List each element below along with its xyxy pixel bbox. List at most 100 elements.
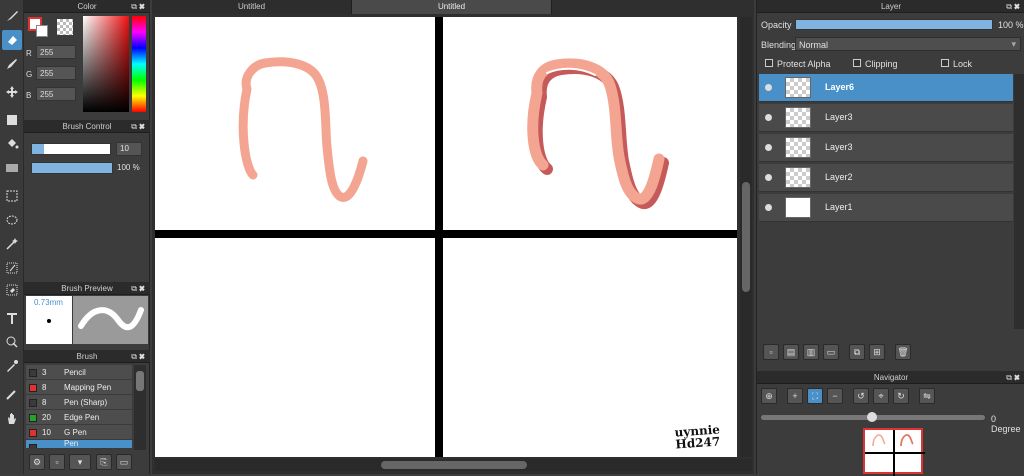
move-tool-icon[interactable] [2, 82, 22, 102]
eyedropper-tool-icon[interactable] [2, 356, 22, 376]
layer-row[interactable]: Layer3 [759, 104, 1013, 132]
dropper-tool-icon[interactable] [2, 384, 22, 404]
layer-thumbnail [785, 107, 811, 128]
bucket-tool-icon[interactable] [2, 134, 22, 154]
rotate-left-icon[interactable]: ↺ [853, 388, 869, 404]
zoom-in-small-icon[interactable]: + [787, 388, 803, 404]
fill-rect-tool-icon[interactable] [2, 110, 22, 130]
new-brush-icon[interactable]: ▫ [49, 454, 65, 470]
panel-controls-icon[interactable]: ⧉✖ [1006, 371, 1022, 384]
layer-name: Layer6 [825, 82, 855, 92]
doc-tab[interactable]: Untitled [152, 0, 352, 14]
new-layer-icon[interactable]: ▫ [763, 344, 779, 360]
brush-size-value[interactable]: 10 [116, 142, 142, 156]
zoom-out-icon[interactable]: − [827, 388, 843, 404]
background-color-swatch[interactable] [36, 25, 48, 37]
canvas-vertical-scrollbar[interactable] [740, 17, 752, 457]
rotation-slider[interactable] [761, 412, 985, 422]
rotation-slider-thumb[interactable] [867, 412, 877, 422]
layer-panel-header: Layer ⧉✖ [757, 0, 1024, 13]
chevron-down-icon: ▾ [1011, 39, 1016, 49]
layer-row-selected[interactable]: Layer6 [759, 74, 1013, 102]
hand-point-tool-icon[interactable] [2, 332, 22, 352]
visibility-dot-icon[interactable] [765, 114, 772, 121]
doc-tab-active[interactable]: Untitled [352, 0, 552, 14]
lock-checkbox[interactable] [941, 59, 949, 67]
rotate-right-icon[interactable]: ↻ [893, 388, 909, 404]
duplicate-layer-icon[interactable]: ⧉ [849, 344, 865, 360]
zoom-in-icon[interactable]: ⊕ [761, 388, 777, 404]
eraser-tool-icon[interactable] [2, 30, 22, 50]
delete-layer-icon[interactable]: 🗑 [895, 344, 911, 360]
new-layer-1bit-icon[interactable]: ▥ [803, 344, 819, 360]
brush-item-selected[interactable]: Pen [26, 440, 132, 449]
panel-controls-icon[interactable]: ⧉✖ [1006, 0, 1022, 13]
saturation-value-picker[interactable] [83, 16, 129, 112]
brush-item[interactable]: 3 Pencil [26, 365, 132, 380]
panel-controls-icon[interactable]: ⧉✖ [131, 282, 147, 295]
brush-item[interactable]: 8 Mapping Pen [26, 380, 132, 395]
brush-list-scrollbar[interactable] [134, 365, 146, 450]
fit-window-icon[interactable]: ⛶ [807, 388, 823, 404]
merge-layer-icon[interactable]: ⊞ [869, 344, 885, 360]
protect-alpha-checkbox[interactable] [765, 59, 773, 67]
brush-size-slider[interactable] [31, 143, 111, 155]
layer-name: Layer1 [825, 202, 853, 212]
reset-view-icon[interactable]: ⌖ [873, 388, 889, 404]
lasso-tool-icon[interactable] [2, 210, 22, 230]
brush-dot [47, 319, 51, 323]
select-eraser-tool-icon[interactable] [2, 280, 22, 300]
text-tool-icon[interactable] [2, 308, 22, 328]
canvas-horizontal-scrollbar[interactable] [155, 459, 752, 471]
brush-item[interactable]: 8 Pen (Sharp) [26, 395, 132, 410]
brush-list-scroll-thumb[interactable] [136, 371, 144, 391]
r-value-field[interactable]: 255 [36, 45, 76, 59]
brush-name: Pen [64, 440, 79, 448]
brush-settings-icon[interactable]: ⚙ [29, 454, 45, 470]
magic-wand-tool-icon[interactable] [2, 234, 22, 254]
g-value-field[interactable]: 255 [36, 66, 76, 80]
brush-item[interactable]: 10 G Pen [26, 425, 132, 440]
layer-row[interactable]: Layer3 [759, 134, 1013, 162]
layer-opacity-slider[interactable] [795, 19, 993, 30]
vertical-scroll-thumb[interactable] [742, 182, 750, 292]
new-layer-halftone-icon[interactable]: ▤ [783, 344, 799, 360]
layer-name: Layer3 [825, 112, 853, 122]
flip-horizontal-icon[interactable]: ⇋ [919, 388, 935, 404]
new-folder-icon[interactable]: ▭ [823, 344, 839, 360]
visibility-dot-icon[interactable] [765, 174, 772, 181]
layer-row[interactable]: Layer2 [759, 164, 1013, 192]
horizontal-scroll-thumb[interactable] [381, 461, 527, 469]
brush-copy-icon[interactable]: ⎘ [96, 454, 112, 470]
opacity-label: Opacity [761, 20, 792, 30]
rect-select-tool-icon[interactable] [2, 186, 22, 206]
layer-list-scrollbar[interactable] [1014, 74, 1024, 329]
brush-options-icon[interactable]: ▾ [69, 454, 91, 470]
visibility-dot-icon[interactable] [765, 204, 772, 211]
blending-select[interactable]: Normal ▾ [795, 37, 1021, 51]
pen-tool-icon[interactable] [2, 54, 22, 74]
layer-row[interactable]: Layer1 [759, 194, 1013, 222]
opacity-value: 100 % [998, 20, 1024, 30]
navigator-thumbnail[interactable] [863, 428, 925, 476]
panel-controls-icon[interactable]: ⧉✖ [131, 120, 147, 133]
panel-divider-horizontal [155, 230, 737, 238]
b-value-field[interactable]: 255 [36, 87, 76, 101]
brush-folder-icon[interactable]: ▭ [116, 454, 132, 470]
transparent-color-swatch[interactable] [57, 19, 73, 35]
brush-control-title: Brush Control [62, 122, 112, 131]
brush-opacity-slider[interactable] [31, 162, 113, 174]
hand-tool-icon[interactable] [2, 408, 22, 428]
clipping-checkbox[interactable] [853, 59, 861, 67]
hue-slider[interactable] [132, 16, 146, 112]
brush-item[interactable]: 20 Edge Pen [26, 410, 132, 425]
gradient-tool-icon[interactable] [2, 158, 22, 178]
select-pen-tool-icon[interactable] [2, 258, 22, 278]
panel-controls-icon[interactable]: ⧉✖ [131, 350, 147, 363]
visibility-dot-icon[interactable] [765, 84, 772, 91]
visibility-dot-icon[interactable] [765, 144, 772, 151]
panel-controls-icon[interactable]: ⧉✖ [131, 0, 147, 13]
drawing-canvas[interactable]: uynnie Hd247 [155, 17, 737, 457]
brush-tool-icon[interactable] [2, 6, 22, 26]
brush-stroke-preview [73, 296, 148, 344]
